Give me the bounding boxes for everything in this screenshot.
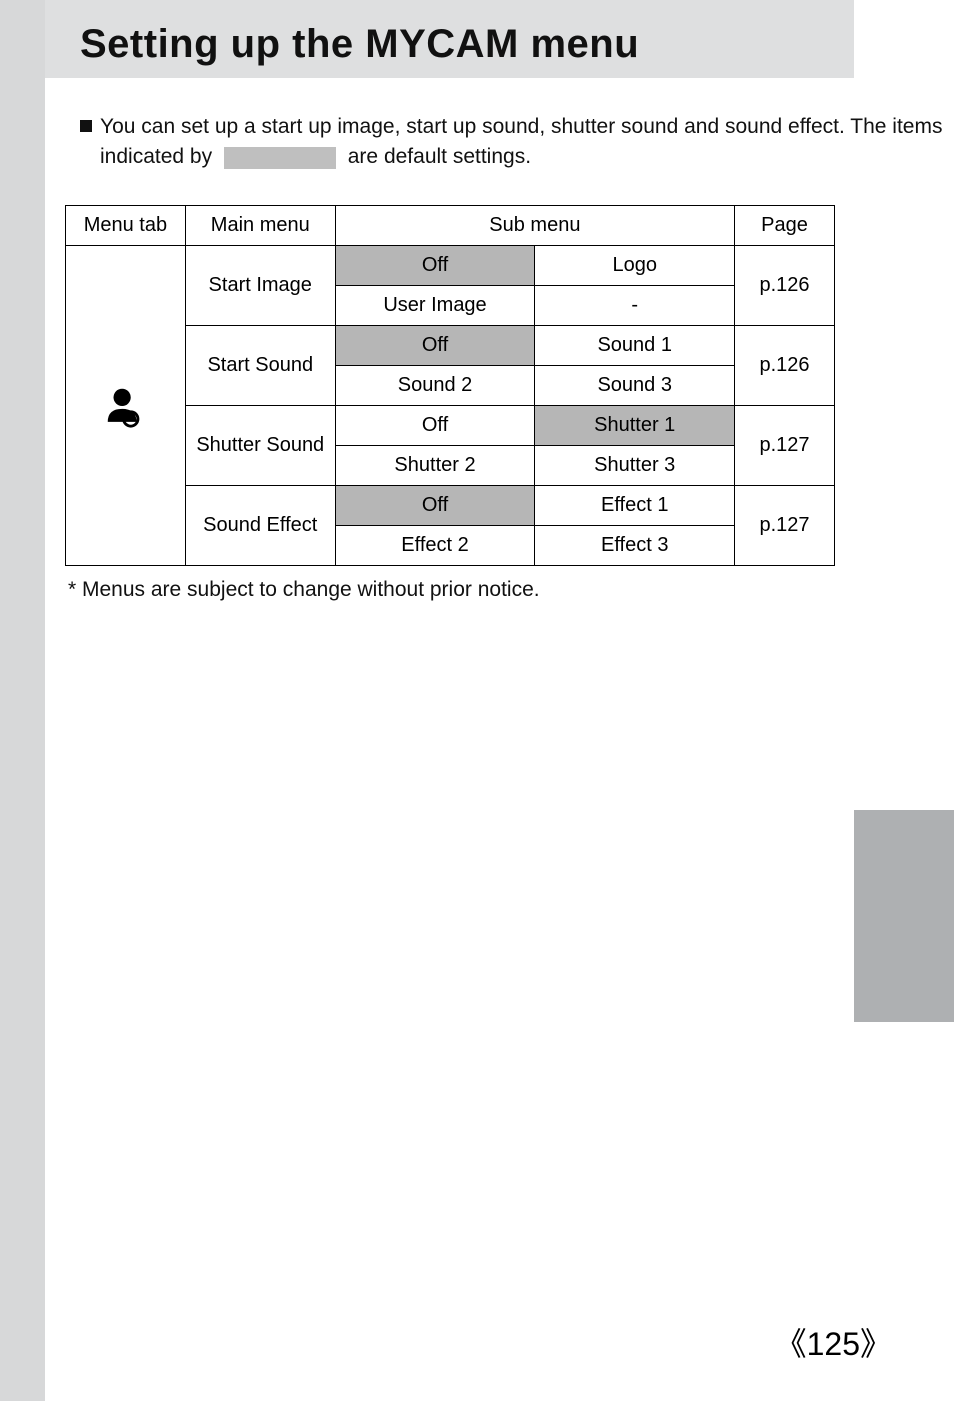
left-margin-stripe	[0, 0, 45, 1401]
submenu-cell: Shutter 3	[535, 446, 735, 486]
main-menu-start-image: Start Image	[185, 246, 335, 326]
intro-line2-suffix: are default settings.	[342, 145, 531, 168]
header-page: Page	[735, 206, 835, 246]
page-ref: p.126	[735, 246, 835, 326]
default-swatch-icon	[224, 147, 336, 169]
angle-right-icon: 》	[860, 1326, 892, 1362]
main-menu-sound-effect: Sound Effect	[185, 486, 335, 566]
submenu-cell: Effect 3	[535, 526, 735, 566]
submenu-cell: Sound 2	[335, 366, 535, 406]
submenu-cell: Effect 1	[535, 486, 735, 526]
bullet-square-icon	[80, 120, 92, 132]
submenu-cell: Effect 2	[335, 526, 535, 566]
submenu-cell: Off	[335, 486, 535, 526]
header-menu-tab: Menu tab	[66, 206, 186, 246]
side-tab	[854, 810, 954, 1022]
submenu-cell: Sound 3	[535, 366, 735, 406]
table-header-row: Menu tab Main menu Sub menu Page	[66, 206, 835, 246]
main-menu-start-sound: Start Sound	[185, 326, 335, 406]
intro-line2-prefix: indicated by	[100, 145, 218, 168]
mycam-menu-table: Menu tab Main menu Sub menu Page Start I…	[65, 205, 835, 566]
page-ref: p.127	[735, 406, 835, 486]
submenu-cell: Sound 1	[535, 326, 735, 366]
menu-tab-cell	[66, 246, 186, 566]
page-ref: p.126	[735, 326, 835, 406]
submenu-cell: Shutter 2	[335, 446, 535, 486]
header-sub-menu: Sub menu	[335, 206, 734, 246]
main-menu-shutter-sound: Shutter Sound	[185, 406, 335, 486]
table-row: Start Image Off Logo p.126	[66, 246, 835, 286]
page-number-value: 125	[807, 1326, 860, 1362]
submenu-cell: Shutter 1	[535, 406, 735, 446]
page-number: 《125》	[775, 1319, 892, 1365]
angle-left-icon: 《	[775, 1326, 807, 1362]
submenu-cell: Logo	[535, 246, 735, 286]
submenu-cell: Off	[335, 406, 535, 446]
header-main-menu: Main menu	[185, 206, 335, 246]
page-frame: Setting up the MYCAM menu You can set up…	[0, 0, 954, 1401]
mycam-person-icon	[66, 383, 185, 429]
footnote: * Menus are subject to change without pr…	[68, 578, 540, 602]
submenu-cell: Off	[335, 246, 535, 286]
submenu-cell: User Image	[335, 286, 535, 326]
page-title: Setting up the MYCAM menu	[80, 22, 639, 67]
intro-line1: You can set up a start up image, start u…	[100, 115, 942, 138]
submenu-cell: Off	[335, 326, 535, 366]
submenu-cell: -	[535, 286, 735, 326]
page-ref: p.127	[735, 486, 835, 566]
intro-paragraph: You can set up a start up image, start u…	[80, 112, 884, 173]
